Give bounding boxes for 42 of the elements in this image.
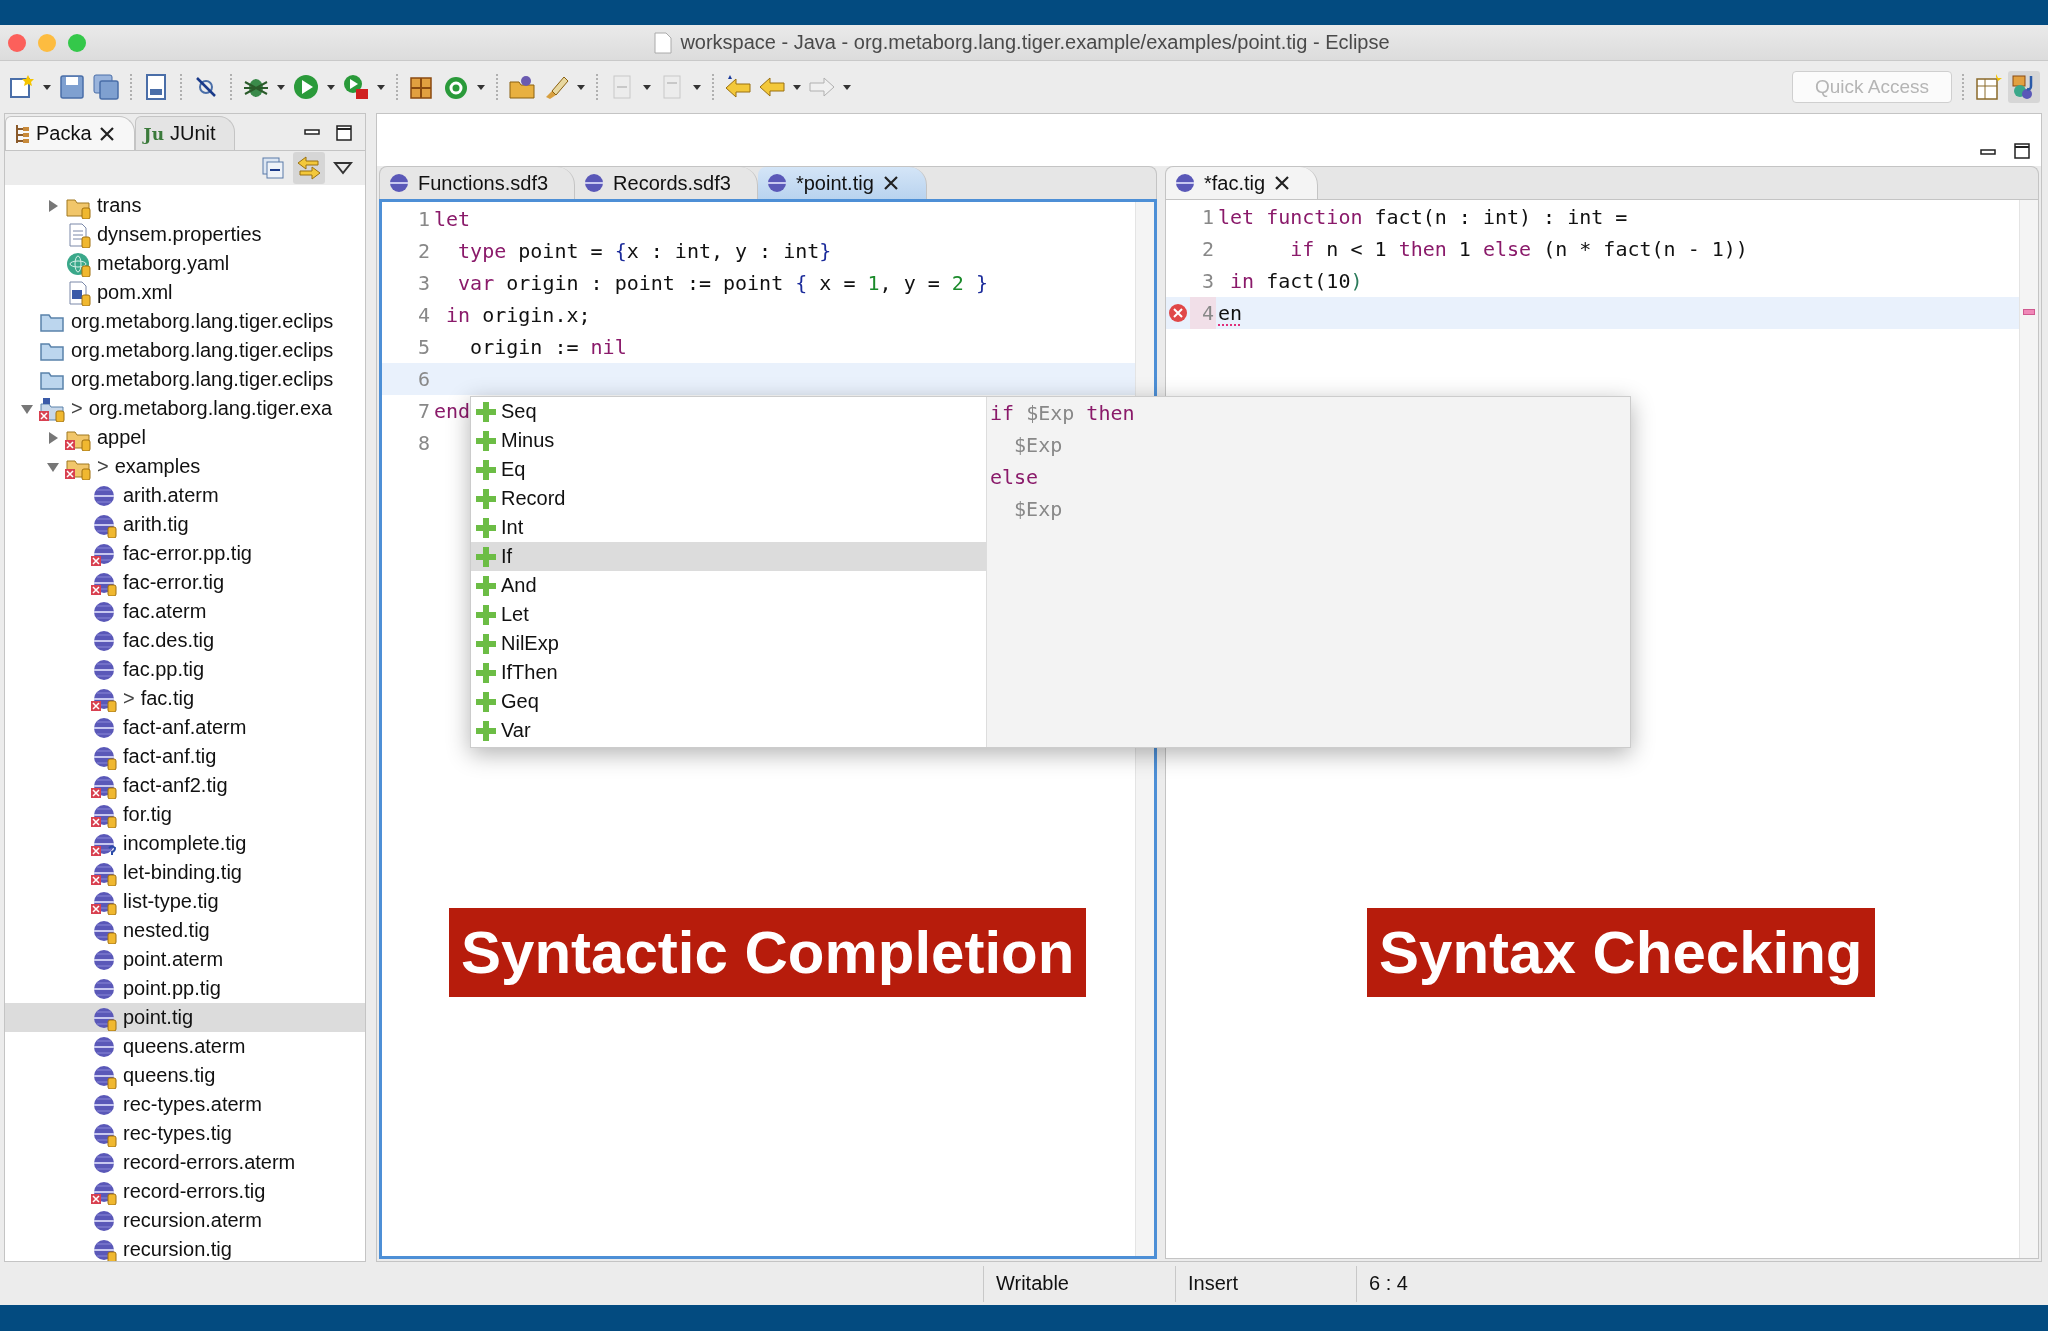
tab-label: JUnit xyxy=(170,122,216,145)
code-line: in origin.x; xyxy=(445,303,591,327)
dirty-marker: > xyxy=(97,455,109,478)
tab-label: Records.sdf3 xyxy=(613,171,731,195)
code-line: let xyxy=(433,207,471,231)
preview-line: else xyxy=(990,465,1039,489)
window-title: workspace - Java - org.metaborg.lang.tiger.example/examples/point.tig - Eclipse xyxy=(680,31,1390,54)
tab-label: *fac.tig xyxy=(1204,171,1266,195)
line-number: 4 xyxy=(416,302,431,329)
status-field: Insert xyxy=(1175,1265,1356,1302)
line-number: 5 xyxy=(416,334,431,361)
junit-icon: Ju xyxy=(143,123,164,144)
line-number: 3 xyxy=(1200,268,1215,295)
preview-line: $Exp xyxy=(1013,497,1063,521)
line-number: 8 xyxy=(416,430,431,457)
line-number: 1 xyxy=(1200,204,1215,231)
code-line: var origin : point := point { x = 1, y = 2 } xyxy=(457,271,988,295)
line-number: 2 xyxy=(416,238,431,265)
caption-banner: Syntactic Completion xyxy=(449,908,1087,997)
dirty-marker: > xyxy=(71,397,83,420)
code-line: end xyxy=(433,399,471,423)
caption-banner: Syntax Checking xyxy=(1367,908,1875,997)
code-line: type point = {x : int, y : int} xyxy=(457,239,832,263)
code-line: in fact(10) xyxy=(1229,269,1363,293)
status-field: Writable xyxy=(983,1265,1175,1302)
tab-label: Packa xyxy=(36,122,92,145)
line-number: 7 xyxy=(416,398,431,425)
code-line: let function fact(n : int) : int = xyxy=(1217,205,1628,229)
preview-line: if $Exp then xyxy=(990,401,1135,425)
preview-line: $Exp xyxy=(1013,433,1063,457)
line-number: 3 xyxy=(416,270,431,297)
code-line: origin := nil xyxy=(469,335,627,359)
tab-label: *point.tig xyxy=(795,171,874,195)
code-line: if n < 1 then 1 else (n * fact(n - 1)) xyxy=(1289,237,1748,261)
line-number: 1 xyxy=(416,206,431,233)
status-field: 6 : 4 xyxy=(1356,1265,1535,1302)
line-number: 2 xyxy=(1200,236,1215,263)
line-number: 6 xyxy=(416,366,431,393)
tab-label: Functions.sdf3 xyxy=(418,171,549,195)
line-number: 4 xyxy=(1190,297,1216,329)
dirty-marker: > xyxy=(123,687,135,710)
code-line: en xyxy=(1217,301,1243,325)
